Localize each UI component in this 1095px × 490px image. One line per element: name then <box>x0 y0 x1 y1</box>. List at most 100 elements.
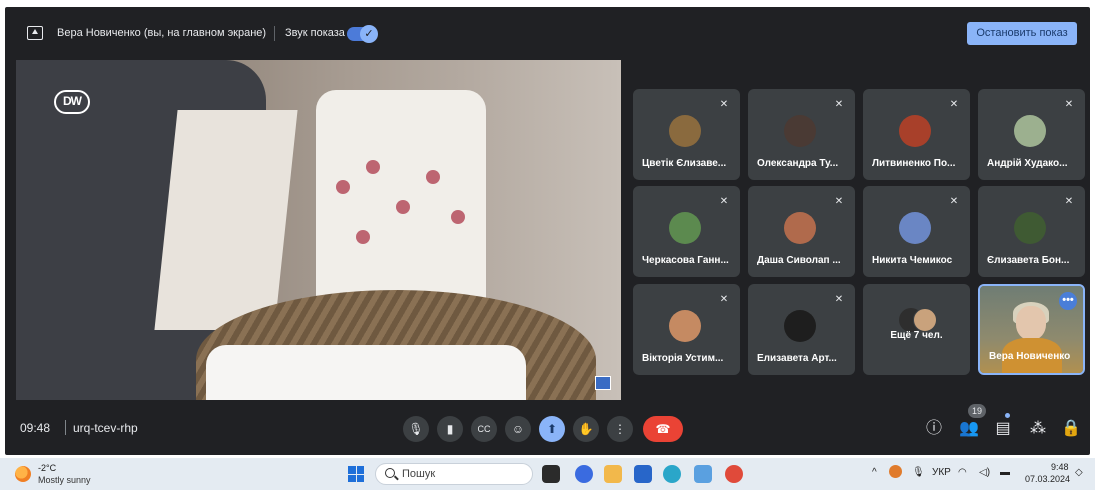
divider <box>274 26 275 41</box>
embroidery <box>396 200 410 214</box>
weather-temperature[interactable]: -2°C <box>38 463 56 473</box>
participant-tile[interactable]: ✕ Цветік Єлизаве... <box>633 89 740 180</box>
check-icon: ✓ <box>360 25 378 43</box>
chat-notification-dot <box>1005 413 1010 418</box>
captions-icon[interactable]: CC <box>471 416 497 442</box>
clock-date[interactable]: 07.03.2024 <box>1025 474 1070 484</box>
dw-logo: DW <box>54 90 90 114</box>
participant-name: Олександра Ту... <box>757 158 839 169</box>
meet-app-icon[interactable] <box>575 465 593 483</box>
more-options-icon[interactable]: ⋮ <box>607 416 633 442</box>
presentation-bar: Вера Новиченко (вы, на главном экране) З… <box>5 21 1090 47</box>
participant-name: Цветік Єлизаве... <box>642 158 727 169</box>
avatar <box>669 212 701 244</box>
video-embroidered-cloth <box>316 90 486 320</box>
participant-tile[interactable]: ✕ Вікторія Устим... <box>633 284 740 375</box>
self-view-tile[interactable]: ••• Вера Новиченко <box>978 284 1085 375</box>
meeting-time: 09:48 <box>20 421 51 435</box>
participant-name: Литвиненко По... <box>872 158 956 169</box>
mic-off-icon: ✕ <box>949 99 959 110</box>
more-participants-label: Ещё 7 чел. <box>890 330 943 341</box>
mic-off-icon: ✕ <box>1064 99 1074 110</box>
participant-name: Єлизавета Бон... <box>987 255 1070 266</box>
stop-presenting-button[interactable]: Остановить показ <box>967 22 1077 45</box>
embroidery <box>426 170 440 184</box>
participant-tile[interactable]: ✕ Єлизавета Бон... <box>978 186 1085 277</box>
show-hidden-icons-arrow[interactable]: ^ <box>872 467 877 478</box>
mic-off-icon: ✕ <box>949 196 959 207</box>
participant-name: Никита Чемикос <box>872 255 953 266</box>
mic-icon[interactable]: 🎙 <box>403 416 429 442</box>
hang-up-icon[interactable]: ☎ <box>643 416 683 442</box>
activities-icon[interactable]: ⁂ <box>1027 416 1049 442</box>
avatar <box>669 115 701 147</box>
presenter-label: Вера Новиченко (вы, на главном экране) <box>57 27 267 39</box>
more-participants-tile[interactable]: Ещё 7 чел. <box>863 284 970 375</box>
avatar <box>784 212 816 244</box>
avatar <box>913 308 937 332</box>
wifi-icon[interactable]: ◠ <box>958 467 967 478</box>
emoji-icon[interactable]: ☺ <box>505 416 531 442</box>
divider <box>65 420 66 435</box>
host-controls-icon[interactable]: 🔒 <box>1060 416 1082 442</box>
participant-tile[interactable]: ✕ Олександра Ту... <box>748 89 855 180</box>
avatar <box>1014 115 1046 147</box>
info-icon[interactable]: ⓘ <box>923 416 945 442</box>
search-icon <box>385 468 395 478</box>
video-white-sheet <box>206 345 526 400</box>
volume-icon[interactable]: ◁) <box>979 467 990 478</box>
share-sound-label: Звук показа <box>285 27 345 39</box>
mic-off-icon: ✕ <box>719 294 729 305</box>
clock-time[interactable]: 9:48 <box>1051 462 1069 472</box>
participant-tile[interactable]: ✕ Черкасова Ганн... <box>633 186 740 277</box>
embroidery <box>336 180 350 194</box>
meeting-code: urq-tcev-rhp <box>73 421 138 435</box>
embroidery <box>356 230 370 244</box>
weather-sun-icon[interactable] <box>15 466 31 482</box>
embroidery <box>451 210 465 224</box>
edge-icon[interactable] <box>663 465 681 483</box>
video-embroidered-towel <box>154 110 298 330</box>
participant-name: Елизавета Арт... <box>757 353 837 364</box>
start-button[interactable] <box>348 466 364 482</box>
chrome-icon[interactable] <box>725 465 743 483</box>
battery-icon[interactable]: ▬ <box>1000 467 1010 478</box>
avatar <box>669 310 701 342</box>
participant-tile[interactable]: ✕ Никита Чемикос <box>863 186 970 277</box>
microphone-tray-icon[interactable]: 🎙 <box>912 467 925 478</box>
app-tray-icon[interactable] <box>889 465 902 478</box>
search-placeholder: Пошук <box>402 468 436 480</box>
avatar <box>784 310 816 342</box>
weather-description[interactable]: Mostly sunny <box>38 475 91 485</box>
store-icon[interactable] <box>634 465 652 483</box>
shared-screen-video: DW <box>16 60 621 400</box>
participant-tile[interactable]: ✕ Андрій Худако... <box>978 89 1085 180</box>
windows-taskbar: -2°C Mostly sunny Пошук ^ 🎙 УКР ◠ ◁) ▬ 9… <box>0 458 1095 490</box>
participant-name: Вікторія Устим... <box>642 353 724 364</box>
share-sound-toggle[interactable]: ✓ <box>347 25 378 43</box>
avatar <box>899 212 931 244</box>
language-indicator[interactable]: УКР <box>932 467 951 478</box>
notepad-icon[interactable] <box>694 465 712 483</box>
meet-window: Вера Новиченко (вы, на главном экране) З… <box>5 7 1090 455</box>
participant-tile[interactable]: ✕ Елизавета Арт... <box>748 284 855 375</box>
camera-icon[interactable]: ▮ <box>437 416 463 442</box>
participant-tile[interactable]: ✕ Литвиненко По... <box>863 89 970 180</box>
taskbar-search-input[interactable]: Пошук <box>375 463 533 485</box>
participant-name: Вера Новиченко <box>989 351 1071 362</box>
notifications-icon[interactable]: ◇ <box>1075 467 1083 478</box>
broadcast-badge-icon <box>595 376 611 390</box>
present-icon[interactable]: ⬆ <box>539 416 565 442</box>
folder-icon[interactable] <box>604 465 622 483</box>
raise-hand-icon[interactable]: ✋ <box>573 416 599 442</box>
avatar <box>784 115 816 147</box>
people-icon[interactable]: 👥 <box>958 416 980 442</box>
more-options-icon[interactable]: ••• <box>1059 292 1077 310</box>
participant-name: Андрій Худако... <box>987 158 1068 169</box>
present-screen-icon <box>27 26 43 40</box>
participant-tile[interactable]: ✕ Даша Сиволап ... <box>748 186 855 277</box>
mic-off-icon: ✕ <box>834 294 844 305</box>
file-explorer-icon[interactable] <box>542 465 560 483</box>
chat-icon[interactable]: ▤ <box>992 416 1014 442</box>
participant-name: Даша Сиволап ... <box>757 255 841 266</box>
